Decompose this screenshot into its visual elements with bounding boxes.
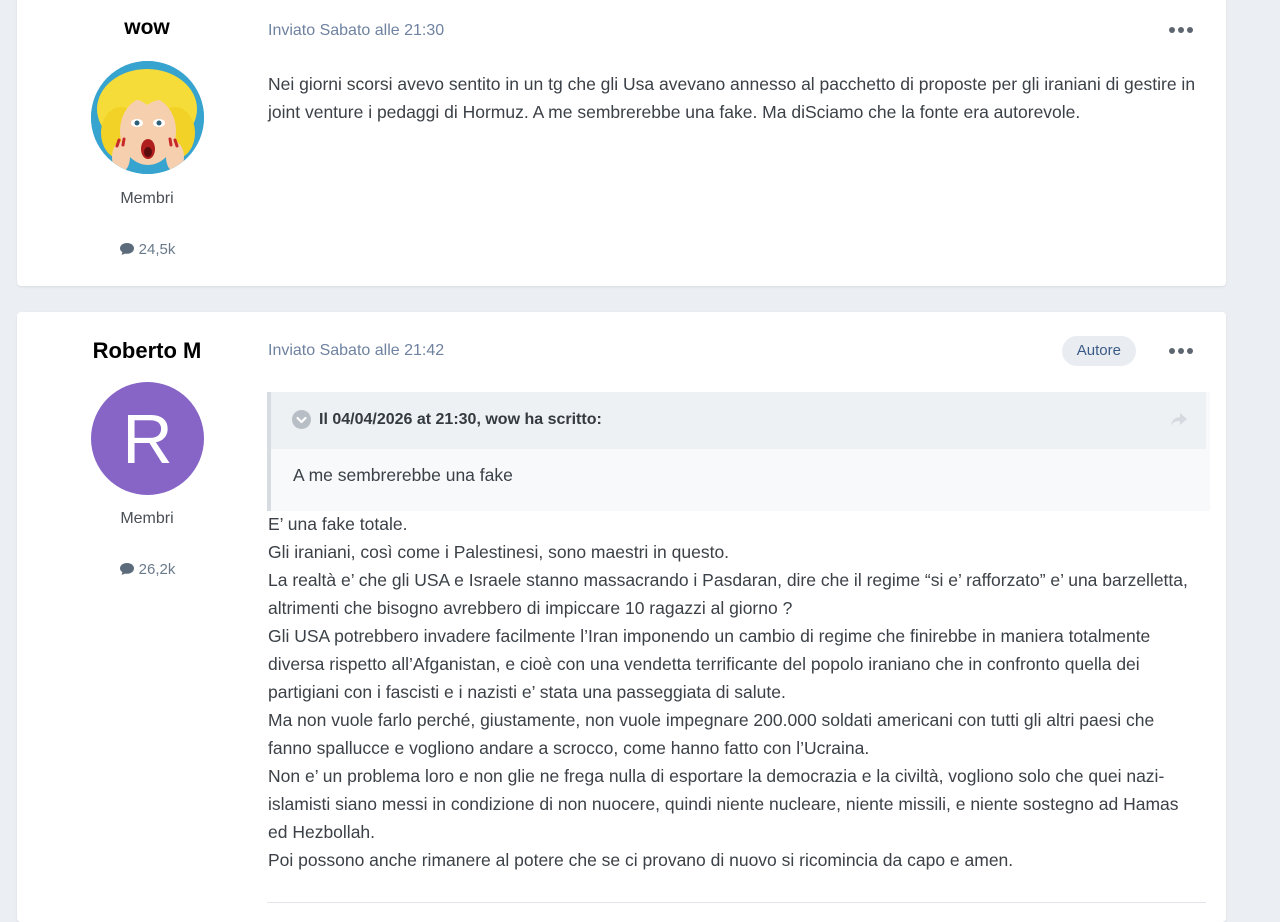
paragraph: Gli USA potrebbero invadere facilmente l… <box>268 626 1151 702</box>
quote-text: A me sembrerebbe una fake <box>293 465 513 485</box>
divider <box>267 902 1206 903</box>
member-role: Membri <box>120 190 174 207</box>
share-arrow-icon[interactable] <box>1170 412 1188 433</box>
avatar-cartoon-woman-image <box>91 61 204 174</box>
post-date[interactable]: Inviato Sabato alle 21:30 <box>268 22 444 40</box>
post-count-value: 24,5k <box>138 241 176 258</box>
quote-header[interactable]: Il 04/04/2026 at 21:30, wow ha scritto: <box>271 392 1206 449</box>
avatar[interactable] <box>91 61 204 174</box>
quote-block: Il 04/04/2026 at 21:30, wow ha scritto: … <box>267 392 1210 511</box>
member-role: Membri <box>120 510 174 527</box>
author-badge: Autore <box>1061 336 1136 366</box>
avatar[interactable]: R <box>91 382 204 495</box>
comment-icon <box>119 563 134 575</box>
post-roberto-m: Roberto M R Membri 26,2k Inviato Sabato … <box>17 312 1226 922</box>
post-count-value: 26,2k <box>138 561 176 578</box>
avatar-letter: R <box>122 399 173 478</box>
paragraph: E’ una fake totale. <box>268 514 408 534</box>
chevron-down-circle-icon[interactable] <box>292 410 311 429</box>
paragraph: Gli iraniani, così come i Palestinesi, s… <box>268 542 730 562</box>
post-body: E’ una fake totale. Gli iraniani, così c… <box>268 510 1198 874</box>
paragraph: Poi possono anche rimanere al potere che… <box>268 850 1014 870</box>
author-name[interactable]: Roberto M <box>17 338 277 364</box>
post-date[interactable]: Inviato Sabato alle 21:42 <box>268 342 444 360</box>
post-count: 24,5k <box>17 241 277 258</box>
more-dots-icon[interactable] <box>1169 343 1193 359</box>
quote-citation: Il 04/04/2026 at 21:30, wow ha scritto: <box>319 411 602 428</box>
comment-icon <box>119 243 134 255</box>
post-count: 26,2k <box>17 561 277 578</box>
more-dots-icon[interactable] <box>1169 22 1193 38</box>
post-wow: wow Membri 24,5k Inviato Sabato alle 21:… <box>17 0 1226 286</box>
post-body: Nei giorni scorsi avevo sentito in un tg… <box>268 74 1196 122</box>
paragraph: La realtà e’ che gli USA e Israele stann… <box>268 570 1188 618</box>
paragraph: Non e’ un problema loro e non glie ne fr… <box>268 766 1179 842</box>
paragraph: Ma non vuole farlo perché, giustamente, … <box>268 710 1155 758</box>
author-name[interactable]: wow <box>17 16 277 40</box>
